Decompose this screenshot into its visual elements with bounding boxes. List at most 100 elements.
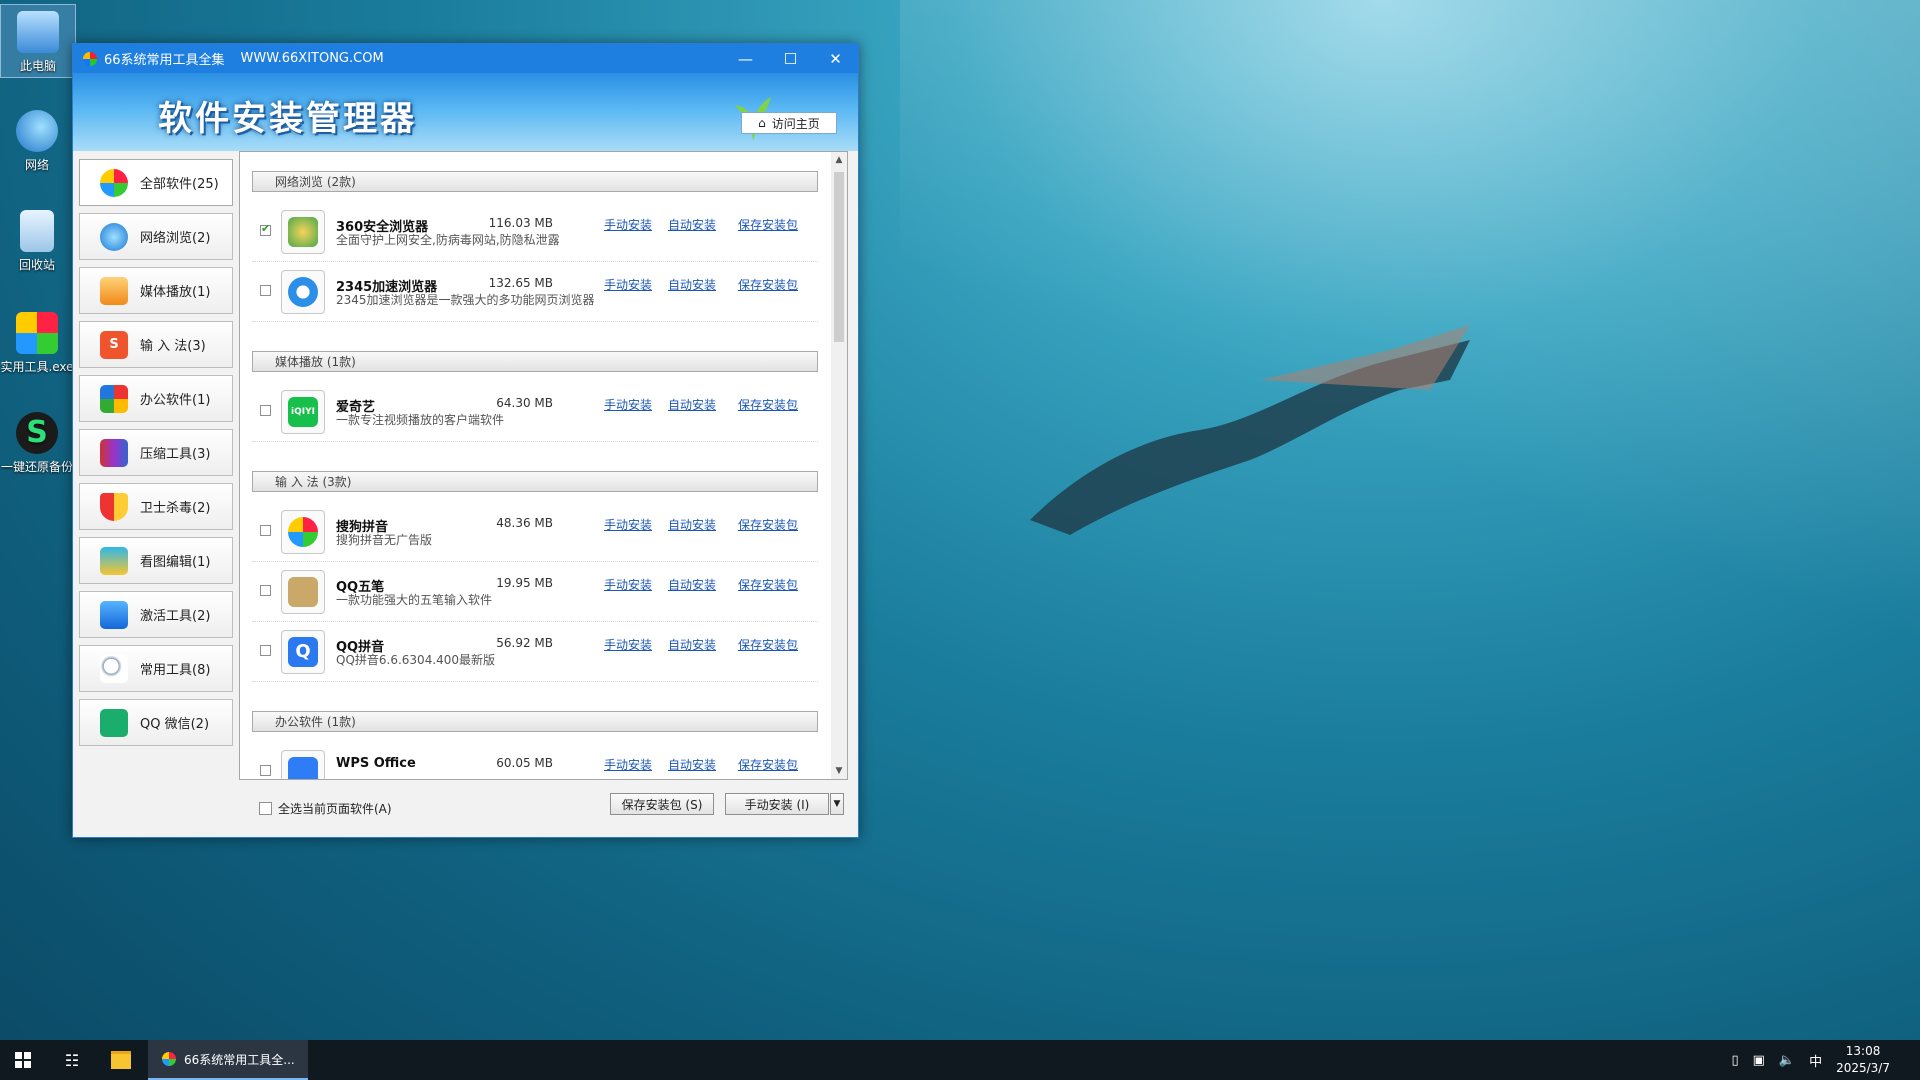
desktop-icon-network[interactable]: 网络: [0, 104, 74, 176]
list-item: WPS Office 60.05 MB 手动安装 自动安装 保存安装包: [252, 742, 818, 779]
image-viewer-icon: [100, 546, 128, 575]
list-item: 2345加速浏览器 2345加速浏览器是一款强大的多功能网页浏览器 132.65…: [252, 262, 818, 322]
auto-install-link[interactable]: 自动安装: [668, 396, 716, 413]
install-options-dropdown[interactable]: ▼: [830, 793, 844, 815]
manual-install-link[interactable]: 手动安装: [604, 756, 652, 773]
home-icon: ⌂: [758, 116, 766, 130]
save-package-link[interactable]: 保存安装包: [738, 276, 798, 293]
item-checkbox[interactable]: [260, 645, 271, 656]
sidebar-item-image[interactable]: 看图编辑(1): [79, 537, 233, 584]
volume-muted-icon[interactable]: 🔈: [1779, 1053, 1795, 1068]
checkbox-box[interactable]: [259, 802, 272, 815]
sidebar-item-office[interactable]: 办公软件(1): [79, 375, 233, 422]
manual-install-button[interactable]: 手动安装 (I): [725, 793, 829, 815]
task-view-icon: ☷: [64, 1050, 80, 1070]
ime-indicator[interactable]: 中: [1809, 1051, 1822, 1070]
sidebar-item-activation[interactable]: 激活工具(2): [79, 591, 233, 638]
category-header-office: 办公软件 (1款): [252, 711, 818, 732]
minimize-button[interactable]: —: [723, 44, 768, 73]
sidebar-item-browser[interactable]: 网络浏览(2): [79, 213, 233, 260]
manual-install-link[interactable]: 手动安装: [604, 576, 652, 593]
windows-flag-icon: [16, 312, 58, 354]
desktop-icon-restore-backup[interactable]: S 一键还原备份: [0, 406, 74, 478]
recycle-bin-icon: [20, 210, 54, 252]
windows-logo-icon: [100, 168, 128, 197]
sidebar-item-all[interactable]: 全部软件(25): [79, 159, 233, 206]
item-checkbox[interactable]: [260, 765, 271, 776]
close-button[interactable]: ✕: [813, 44, 858, 73]
manual-install-link[interactable]: 手动安装: [604, 516, 652, 533]
app-logo-icon: [83, 51, 97, 66]
computer-icon: [17, 11, 59, 53]
task-view-button[interactable]: ☷: [52, 1040, 92, 1080]
network-icon[interactable]: ▣: [1753, 1053, 1765, 1068]
save-package-link[interactable]: 保存安装包: [738, 576, 798, 593]
save-package-link[interactable]: 保存安装包: [738, 636, 798, 653]
iqiyi-icon: iQIYI: [288, 397, 318, 427]
desktop-icon-tools-exe[interactable]: 实用工具.exe: [0, 306, 74, 378]
item-checkbox[interactable]: [260, 585, 271, 596]
folder-icon: [111, 1051, 131, 1069]
window-titlebar[interactable]: 66系统常用工具全集 WWW.66XITONG.COM — ☐ ✕: [73, 44, 858, 73]
sidebar-item-qq-wechat[interactable]: QQ 微信(2): [79, 699, 233, 746]
scroll-up-arrow-icon[interactable]: ▲: [831, 152, 847, 168]
item-checkbox[interactable]: [260, 525, 271, 536]
item-checkbox[interactable]: [260, 285, 271, 296]
save-package-link[interactable]: 保存安装包: [738, 756, 798, 773]
sogou-input-icon: S: [100, 330, 128, 359]
system-tray: ▯ ▣ 🔈 中 13:08 2025/3/7: [1731, 1040, 1890, 1080]
file-explorer-button[interactable]: [100, 1040, 142, 1080]
auto-install-link[interactable]: 自动安装: [668, 576, 716, 593]
select-all-checkbox[interactable]: 全选当前页面软件(A): [259, 800, 392, 817]
save-package-link[interactable]: 保存安装包: [738, 396, 798, 413]
sidebar-item-security[interactable]: 卫士杀毒(2): [79, 483, 233, 530]
browser-360-icon: [288, 217, 318, 247]
save-package-link[interactable]: 保存安装包: [738, 516, 798, 533]
network-globe-icon: [16, 110, 58, 152]
manual-install-link[interactable]: 手动安装: [604, 636, 652, 653]
start-button[interactable]: [0, 1040, 46, 1080]
sidebar-item-common-tools[interactable]: 常用工具(8): [79, 645, 233, 692]
auto-install-link[interactable]: 自动安装: [668, 276, 716, 293]
taskbar-app-software-manager[interactable]: 66系统常用工具全...: [148, 1040, 308, 1080]
scroll-thumb[interactable]: [834, 172, 844, 342]
windows-start-icon: [15, 1052, 31, 1068]
desktop-icon-recycle-bin[interactable]: 回收站: [0, 204, 74, 276]
sogou-pinyin-icon: [288, 517, 318, 547]
sidebar-item-media[interactable]: 媒体播放(1): [79, 267, 233, 314]
manual-install-link[interactable]: 手动安装: [604, 276, 652, 293]
app-icon-frame: [281, 570, 325, 614]
list-item: QQ五笔 一款功能强大的五笔输入软件 19.95 MB 手动安装 自动安装 保存…: [252, 562, 818, 622]
browser-2345-icon: [288, 277, 318, 307]
desktop-icon-this-pc[interactable]: 此电脑: [0, 4, 76, 78]
item-checkbox[interactable]: [260, 222, 271, 236]
footer-bar: 全选当前页面软件(A) 保存安装包 (S) 手动安装 (I) ▼: [73, 778, 858, 837]
manual-install-link[interactable]: 手动安装: [604, 396, 652, 413]
visit-homepage-button[interactable]: ⌂ 访问主页: [741, 112, 837, 134]
scroll-down-arrow-icon[interactable]: ▼: [831, 763, 847, 779]
auto-install-link[interactable]: 自动安装: [668, 516, 716, 533]
auto-install-link[interactable]: 自动安装: [668, 216, 716, 233]
manual-install-link[interactable]: 手动安装: [604, 216, 652, 233]
list-item: iQIYI 爱奇艺 一款专注视频播放的客户端软件 64.30 MB 手动安装 自…: [252, 382, 818, 442]
save-package-button[interactable]: 保存安装包 (S): [610, 793, 714, 815]
maximize-button[interactable]: ☐: [768, 44, 813, 73]
auto-install-link[interactable]: 自动安装: [668, 636, 716, 653]
list-item: 360安全浏览器 全面守护上网安全,防病毒网站,防隐私泄露 116.03 MB …: [252, 202, 818, 262]
office-icon: [100, 384, 128, 413]
app-icon-frame: [281, 750, 325, 779]
item-checkbox[interactable]: [260, 405, 271, 416]
sidebar-item-input[interactable]: S 输 入 法(3): [79, 321, 233, 368]
sidebar-item-compress[interactable]: 压缩工具(3): [79, 429, 233, 476]
usb-device-icon[interactable]: ▯: [1731, 1053, 1738, 1068]
wps-office-icon: [288, 757, 318, 779]
category-header-media: 媒体播放 (1款): [252, 351, 818, 372]
archive-icon: [100, 438, 128, 467]
list-scrollbar[interactable]: ▲ ▼: [831, 152, 847, 779]
clock[interactable]: 13:08 2025/3/7: [1836, 1043, 1890, 1077]
software-list: 网络浏览 (2款) 360安全浏览器 全面守护上网安全,防病毒网站,防隐私泄露 …: [239, 151, 848, 780]
save-package-link[interactable]: 保存安装包: [738, 216, 798, 233]
list-item: 搜狗拼音 搜狗拼音无广告版 48.36 MB 手动安装 自动安装 保存安装包: [252, 502, 818, 562]
auto-install-link[interactable]: 自动安装: [668, 756, 716, 773]
media-play-icon: [100, 276, 128, 305]
